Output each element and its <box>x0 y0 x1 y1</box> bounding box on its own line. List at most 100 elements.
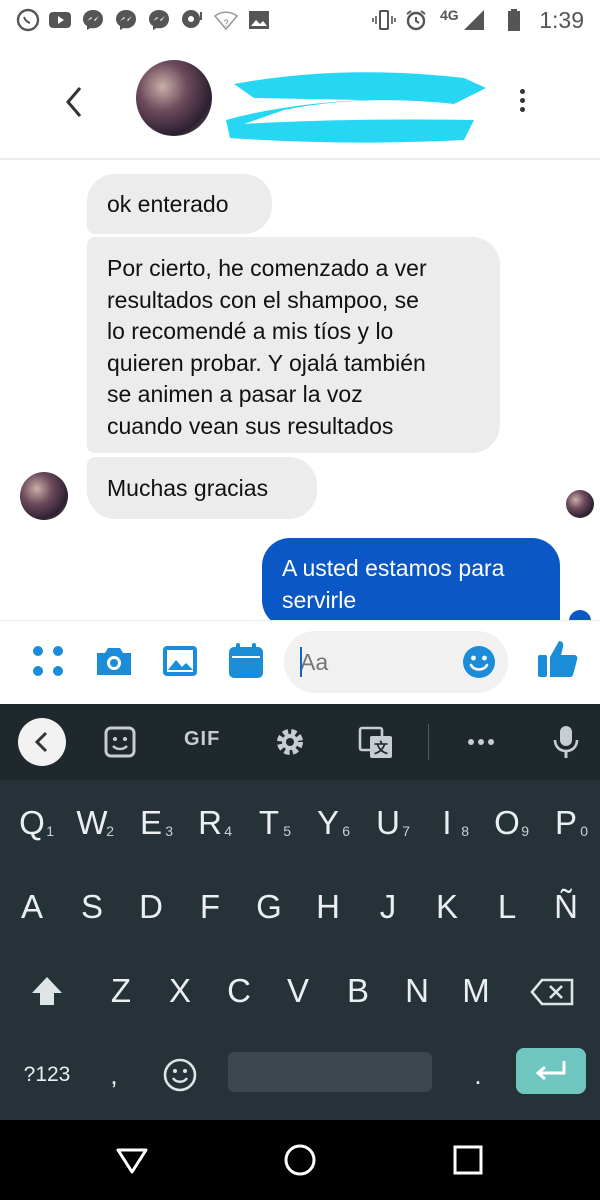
key-f[interactable]: F <box>182 872 238 942</box>
key-q[interactable]: Q1 <box>4 788 60 858</box>
key-label: I <box>442 804 452 841</box>
sticker-icon[interactable] <box>103 724 137 760</box>
key-m[interactable]: M <box>448 956 504 1026</box>
home-nav-icon[interactable] <box>282 1142 318 1178</box>
key-x[interactable]: X <box>152 956 208 1026</box>
backspace-key[interactable] <box>520 956 584 1026</box>
wifi-icon: ? <box>214 11 238 31</box>
kebab-menu-icon[interactable] <box>512 86 532 122</box>
key-t[interactable]: T5 <box>241 788 297 858</box>
incoming-message[interactable]: Muchas gracias <box>87 457 317 519</box>
backspace-icon <box>530 978 574 1006</box>
incoming-message[interactable]: ok enterado <box>87 174 272 234</box>
apps-grid-icon[interactable] <box>28 641 68 681</box>
message-line: lo recomendé a mis tíos y lo <box>107 318 394 344</box>
enter-key[interactable] <box>516 1048 586 1094</box>
redacted-contact-name[interactable] <box>224 64 486 146</box>
key-h[interactable]: H <box>300 872 356 942</box>
thumbs-up-icon[interactable] <box>536 637 580 681</box>
back-nav-icon[interactable] <box>114 1142 150 1178</box>
messenger-icon <box>83 10 103 30</box>
message-input[interactable] <box>300 647 450 677</box>
key-hint: 5 <box>283 823 291 839</box>
comma-key[interactable]: , <box>94 1040 134 1110</box>
key-hint: 6 <box>342 823 350 839</box>
key-o[interactable]: O9 <box>479 788 535 858</box>
key-a[interactable]: A <box>4 872 60 942</box>
incoming-message[interactable]: Por cierto, he comenzado a ver resultado… <box>87 237 500 453</box>
key-enye[interactable]: Ñ <box>538 872 594 942</box>
delivered-check-icon <box>569 610 591 620</box>
key-label: Y <box>316 804 339 841</box>
key-hint: 8 <box>461 823 469 839</box>
conversation-header <box>0 42 600 160</box>
key-i[interactable]: I8 <box>419 788 475 858</box>
whatsapp-icon <box>16 8 40 32</box>
key-label: Q <box>19 804 45 841</box>
battery-icon <box>508 9 520 31</box>
key-row-2: A S D F G H J K L Ñ <box>0 872 600 942</box>
message-list[interactable]: ok enterado Por cierto, he comenzado a v… <box>0 160 600 620</box>
shift-key[interactable] <box>20 956 76 1026</box>
key-p[interactable]: P0 <box>538 788 594 858</box>
microphone-icon[interactable] <box>552 724 580 760</box>
key-r[interactable]: R4 <box>182 788 238 858</box>
key-w[interactable]: W2 <box>64 788 120 858</box>
clock: 1:39 <box>539 7 584 33</box>
navigation-bar <box>0 1120 600 1200</box>
calendar-icon[interactable] <box>226 641 266 681</box>
key-label: P <box>554 804 577 841</box>
key-label: U <box>376 804 400 841</box>
key-l[interactable]: L <box>479 872 535 942</box>
keyboard-back-button[interactable] <box>18 718 66 766</box>
key-e[interactable]: E3 <box>123 788 179 858</box>
key-g[interactable]: G <box>241 872 297 942</box>
svg-text:文: 文 <box>374 740 389 756</box>
gif-button[interactable]: GIF <box>184 728 220 751</box>
key-d[interactable]: D <box>123 872 179 942</box>
key-hint: 0 <box>580 823 588 839</box>
key-b[interactable]: B <box>330 956 386 1026</box>
message-line: quieren probar. Y ojalá también <box>107 349 426 376</box>
contact-avatar[interactable] <box>136 60 212 136</box>
toolbar-divider <box>428 724 429 760</box>
key-z[interactable]: Z <box>93 956 149 1026</box>
alarm-icon <box>406 10 426 31</box>
key-j[interactable]: J <box>360 872 416 942</box>
key-hint: 3 <box>165 823 173 839</box>
signal-icon <box>464 10 484 30</box>
chat-icon <box>182 10 202 28</box>
key-v[interactable]: V <box>270 956 326 1026</box>
recents-nav-icon[interactable] <box>450 1142 486 1178</box>
key-s[interactable]: S <box>64 872 120 942</box>
gear-icon[interactable] <box>272 724 308 760</box>
camera-icon[interactable] <box>94 641 134 681</box>
key-u[interactable]: U7 <box>360 788 416 858</box>
back-arrow-icon[interactable] <box>60 82 90 122</box>
key-y[interactable]: Y6 <box>300 788 356 858</box>
message-input-box[interactable] <box>284 631 508 693</box>
outgoing-message[interactable]: A usted estamos para servirle <box>262 538 560 620</box>
more-icon[interactable] <box>466 724 496 760</box>
key-n[interactable]: N <box>389 956 445 1026</box>
emoji-icon[interactable] <box>462 645 496 679</box>
translate-icon[interactable]: 文 <box>358 724 394 760</box>
key-label: O <box>494 804 520 841</box>
message-line: cuando vean sus resultados <box>107 412 394 439</box>
space-bar[interactable] <box>228 1052 432 1092</box>
key-c[interactable]: C <box>211 956 267 1026</box>
svg-text:?: ? <box>223 18 228 28</box>
period-key[interactable]: . <box>458 1040 498 1110</box>
key-row-3: Z X C V B N M <box>0 956 600 1026</box>
sender-avatar[interactable] <box>20 472 68 520</box>
gallery-icon[interactable] <box>160 641 200 681</box>
message-line: se animen a pasar la voz <box>107 381 363 407</box>
messenger-icon <box>149 10 169 30</box>
symbols-key[interactable]: ?123 <box>14 1040 80 1110</box>
key-k[interactable]: K <box>419 872 475 942</box>
image-icon <box>249 11 269 29</box>
key-hint: 9 <box>521 823 529 839</box>
key-hint: 4 <box>224 823 232 839</box>
message-line: Por cierto, he comenzado a ver <box>107 255 427 281</box>
emoji-key[interactable] <box>152 1040 208 1110</box>
